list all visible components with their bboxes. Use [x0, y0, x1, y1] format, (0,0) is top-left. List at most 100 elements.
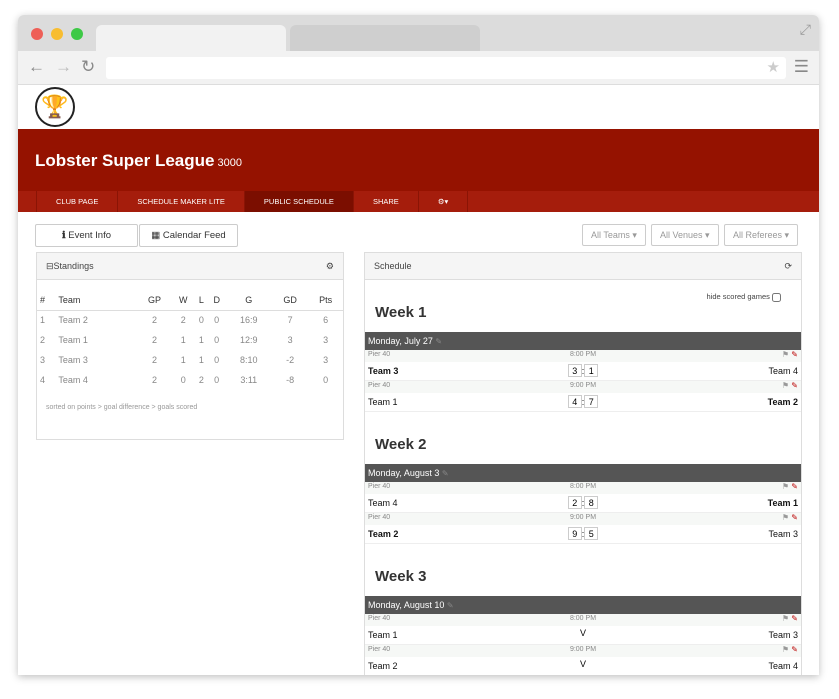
game-time: 8:00 PM	[569, 351, 597, 358]
standings-cell: 2	[152, 375, 158, 385]
venues-filter[interactable]: All Venues ▾	[651, 224, 719, 246]
away-score-input[interactable]: 1	[584, 364, 599, 377]
whistle-icon[interactable]: ⚑	[782, 513, 789, 522]
edit-day-icon[interactable]: ✎	[435, 337, 442, 346]
standings-cell: 0	[214, 335, 220, 345]
league-edition: 3000	[217, 157, 242, 169]
standings-cell: 2	[152, 315, 158, 326]
referees-filter[interactable]: All Referees ▾	[724, 224, 799, 246]
edit-game-icon[interactable]: ✎	[791, 350, 798, 359]
nav-club-page[interactable]: CLUB PAGE	[36, 191, 117, 212]
event-info-label: Event Info	[68, 230, 112, 241]
browser-tab[interactable]	[290, 25, 480, 51]
standings-panel: ⊟Standings ⚙ # Team GP W L D G GD Pts 1 Team 222001…	[36, 252, 344, 440]
standings-cell: 2	[152, 355, 158, 365]
settings-icon[interactable]: ⚙	[326, 253, 334, 280]
teams-filter[interactable]: All Teams ▾	[582, 224, 646, 246]
game-row: Pier 40 9:00 PM ⚑ ✎ Team 1 4:7 Team 2	[365, 381, 801, 412]
url-input[interactable]: ★	[106, 57, 786, 79]
whistle-icon[interactable]: ⚑	[782, 350, 789, 359]
schedule-panel: Schedule ⟳ hide scored games Week 1 Monday…	[364, 252, 802, 675]
league-header: Lobster Super League 3000	[18, 129, 819, 191]
minimize-window-icon[interactable]	[51, 28, 63, 40]
nav-public-schedule[interactable]: PUBLIC SCHEDULE	[243, 191, 353, 212]
standings-header: D	[208, 290, 226, 311]
home-score-input[interactable]: 3	[567, 364, 582, 377]
away-team: Team 4	[768, 661, 798, 671]
close-window-icon[interactable]	[31, 28, 43, 40]
standings-cell: 1	[180, 355, 186, 365]
standings-cell: 3	[40, 355, 46, 365]
whistle-icon[interactable]: ⚑	[782, 381, 789, 390]
day-label: Monday, August 3	[368, 468, 440, 478]
browser-tab-active[interactable]	[96, 25, 286, 51]
reload-icon[interactable]: ↻	[81, 57, 95, 77]
away-score-input[interactable]: 7	[584, 395, 599, 408]
edit-game-icon[interactable]: ✎	[791, 482, 798, 491]
standings-cell: 7	[287, 315, 293, 326]
hide-scored-label: hide scored games	[706, 292, 770, 301]
game-row: Pier 40 8:00 PM ⚑ ✎ Team 1 V Team 3	[365, 614, 801, 645]
maximize-window-icon[interactable]	[71, 28, 83, 40]
day-label: Monday, August 10	[368, 600, 445, 610]
standings-cell: 1	[40, 315, 46, 326]
nav-schedule-maker-lite[interactable]: SCHEDULE MAKER LITE	[117, 191, 244, 212]
standings-cell: -8	[286, 375, 295, 385]
standings-cell: 3	[287, 335, 293, 345]
standings-note: sorted on points > goal difference > goa…	[46, 404, 198, 411]
schedule-title: Schedule	[374, 261, 412, 271]
standings-cell: 0	[323, 375, 329, 385]
whistle-icon[interactable]: ⚑	[782, 482, 789, 491]
day-header: Monday, August 3 ✎	[365, 464, 801, 482]
game-row: Pier 40 9:00 PM ⚑ ✎ Team 2 V Team 4	[365, 645, 801, 675]
away-team: Team 4	[768, 366, 798, 376]
day-header: Monday, July 27 ✎	[365, 332, 801, 350]
hide-scored-checkbox[interactable]	[772, 292, 781, 302]
edit-day-icon[interactable]: ✎	[442, 469, 449, 478]
home-score-input[interactable]: 2	[567, 496, 582, 509]
edit-game-icon[interactable]: ✎	[791, 513, 798, 522]
forward-icon[interactable]: →	[55, 57, 72, 77]
edit-day-icon[interactable]: ✎	[447, 601, 454, 610]
calendar-feed-button[interactable]: ▦ Calendar Feed	[139, 224, 238, 247]
whistle-icon[interactable]: ⚑	[782, 645, 789, 654]
away-team: Team 2	[767, 397, 798, 407]
collapse-icon[interactable]: ⊟	[46, 261, 54, 271]
refresh-icon[interactable]: ⟳	[784, 253, 792, 280]
standings-header: #	[37, 290, 59, 311]
fullscreen-icon[interactable]: ⤢	[800, 21, 811, 38]
home-score-input[interactable]: 4	[567, 395, 582, 408]
whistle-icon[interactable]: ⚑	[782, 614, 789, 623]
edit-game-icon[interactable]: ✎	[791, 645, 798, 654]
edit-game-icon[interactable]: ✎	[791, 381, 798, 390]
standings-table: # Team GP W L D G GD Pts 1 Team 2 2 2 0 0 16:9 7 6 2 Team 1…	[37, 290, 343, 390]
menu-icon[interactable]: ☰	[794, 57, 809, 77]
league-logo[interactable]: 🏆	[35, 87, 75, 127]
standings-cell: 1	[198, 335, 204, 345]
home-score-input[interactable]: 9	[567, 527, 582, 540]
event-info-button[interactable]: ℹ Event Info	[35, 224, 138, 247]
game-time: 8:00 PM	[569, 615, 597, 622]
back-icon[interactable]: ←	[28, 57, 45, 77]
nav-share[interactable]: SHARE	[352, 191, 418, 212]
standings-cell: 16:9	[239, 315, 258, 326]
standings-cell: 2	[152, 335, 158, 345]
week-heading: Week 3	[375, 568, 427, 585]
away-score-input[interactable]: 5	[584, 527, 599, 540]
standings-cell: 0	[214, 355, 220, 365]
standings-header: L	[194, 290, 209, 311]
standings-row: 1 Team 2 2 2 0 0 16:9 7 6	[37, 310, 343, 330]
standings-header: W	[171, 290, 195, 311]
standings-cell: 8:10	[239, 355, 258, 365]
standings-cell: Team 1	[58, 335, 88, 345]
away-score-input[interactable]: 8	[584, 496, 599, 509]
game-time: 9:00 PM	[569, 646, 597, 653]
standings-header: Pts	[308, 290, 343, 311]
standings-row: 3 Team 3 2 1 1 0 8:10 -2 3	[37, 350, 343, 370]
star-icon[interactable]: ★	[767, 58, 780, 76]
standings-cell: Team 2	[58, 315, 88, 326]
standings-cell: -2	[286, 355, 295, 365]
game-time: 9:00 PM	[569, 514, 597, 521]
edit-game-icon[interactable]: ✎	[791, 614, 798, 623]
nav-settings-dropdown[interactable]: ⚙▾	[417, 191, 469, 212]
